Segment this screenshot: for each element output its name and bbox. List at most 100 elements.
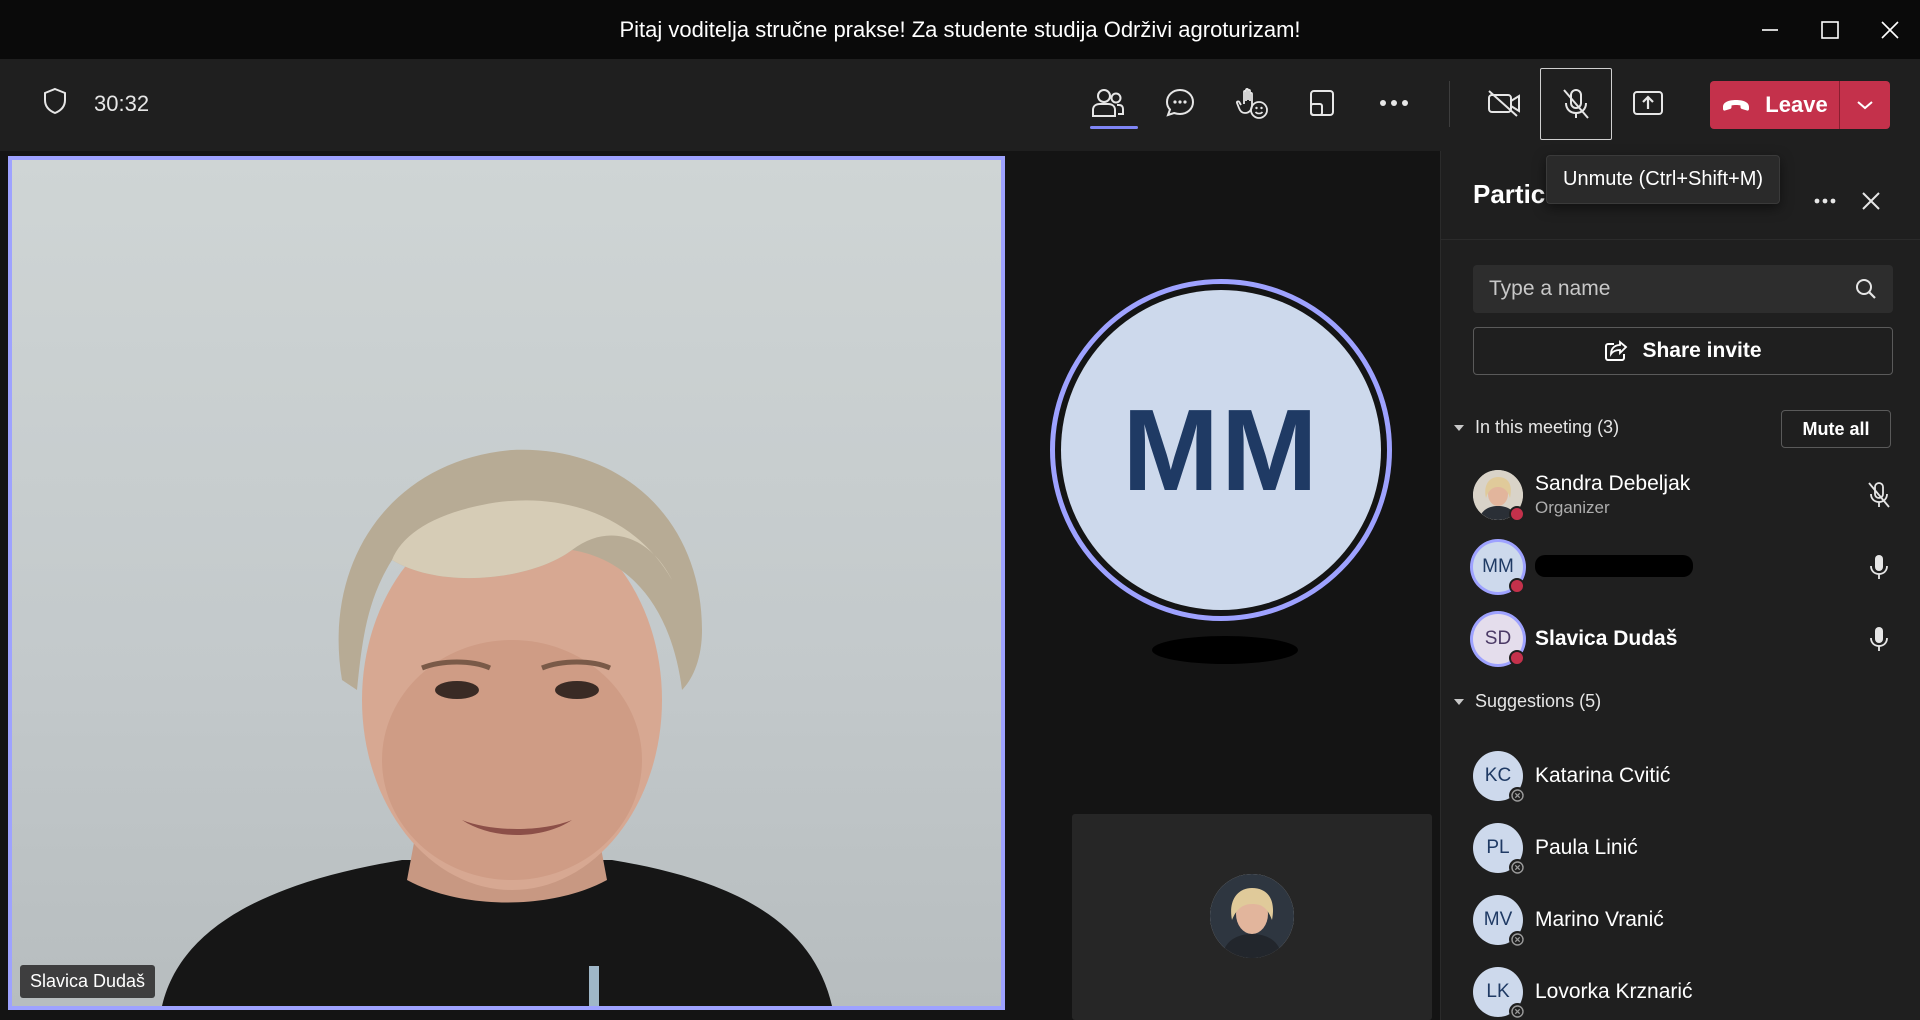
in-meeting-label: In this meeting (3) — [1475, 417, 1620, 437]
participant-info: Slavica Dudaš — [1535, 627, 1677, 651]
mute-all-button[interactable]: Mute all — [1781, 410, 1891, 448]
close-icon — [1881, 20, 1899, 39]
meeting-timer: 30:32 — [94, 90, 150, 116]
meeting-info: 30:32 — [42, 87, 149, 120]
suggestions-section-toggle[interactable]: Suggestions (5) — [1453, 691, 1601, 712]
mic-icon — [1865, 553, 1893, 581]
chat-button[interactable] — [1148, 71, 1212, 135]
leave-button[interactable]: Leave — [1710, 92, 1839, 118]
mic-icon — [1865, 625, 1893, 653]
participant-info: Lovorka Krznarić — [1535, 980, 1693, 1004]
redacted-name — [1152, 636, 1298, 664]
participant-name: Katarina Cvitić — [1535, 764, 1671, 787]
share-icon — [1605, 340, 1628, 361]
avatar: MM — [1473, 542, 1525, 594]
chat-icon — [1165, 88, 1195, 117]
participant-role: Organizer — [1535, 498, 1610, 517]
view-button[interactable] — [1290, 71, 1354, 135]
participant-avatar-large[interactable]: MM — [1050, 279, 1392, 621]
meeting-stage: Slavica Dudaš MM — [0, 151, 1440, 1020]
avatar-initials: MM — [1061, 290, 1381, 610]
participant-name: Sandra Debeljak — [1535, 472, 1691, 495]
meeting-toolbar: 30:32 Leave — [0, 59, 1920, 151]
window-title: Pitaj voditelja stručne prakse! Za stude… — [619, 16, 1301, 42]
shield-icon[interactable] — [42, 87, 68, 120]
avatar: LK — [1473, 967, 1526, 1020]
avatar-initials: KC — [1484, 765, 1512, 786]
panel-close-button[interactable] — [1851, 181, 1891, 221]
participant-row[interactable]: Sandra Debeljak Organizer — [1473, 467, 1893, 523]
participant-row[interactable]: SD Slavica Dudaš — [1473, 611, 1893, 667]
more-actions-button[interactable] — [1362, 71, 1426, 135]
suggestions-label: Suggestions (5) — [1475, 691, 1602, 711]
chevron-down-icon — [1857, 101, 1873, 110]
window-controls — [1740, 0, 1920, 59]
search-input[interactable] — [1489, 277, 1855, 301]
offline-status-icon — [1509, 931, 1526, 948]
camera-off-icon — [1488, 90, 1520, 117]
minimize-icon — [1762, 28, 1778, 31]
avatar: MV — [1473, 895, 1526, 948]
title-bar: Pitaj voditelja stručne prakse! Za stude… — [0, 0, 1920, 59]
participant-search — [1473, 265, 1893, 313]
in-meeting-section-toggle[interactable]: In this meeting (3) — [1453, 417, 1619, 438]
caret-down-icon — [1454, 424, 1464, 431]
self-view-tile[interactable] — [1072, 814, 1432, 1020]
people-icon — [1092, 89, 1124, 117]
recording-status-dot — [1509, 650, 1525, 666]
main-video-tile[interactable]: Slavica Dudaš — [8, 156, 1005, 1010]
people-button[interactable] — [1076, 71, 1140, 135]
mic-off-icon — [1865, 481, 1893, 509]
camera-button[interactable] — [1472, 71, 1536, 135]
profile-photo — [1210, 874, 1294, 958]
avatar-initials: MV — [1483, 909, 1513, 930]
avatar: PL — [1473, 823, 1526, 876]
search-icon[interactable] — [1855, 278, 1877, 300]
raise-hand-icon — [1236, 87, 1268, 119]
react-raise-hand-button[interactable] — [1220, 71, 1284, 135]
panel-title: Partici — [1473, 179, 1553, 209]
suggestion-row[interactable]: MV Marino Vranić — [1473, 892, 1893, 948]
close-window-button[interactable] — [1860, 0, 1920, 59]
participant-info: Paula Linić — [1535, 836, 1638, 860]
offline-status-icon — [1509, 787, 1526, 804]
participant-info: Sandra Debeljak Organizer — [1535, 472, 1690, 518]
mic-button[interactable] — [1540, 68, 1612, 140]
more-icon — [1814, 198, 1836, 204]
avatar — [1210, 874, 1294, 958]
unmute-tooltip: Unmute (Ctrl+Shift+M) — [1546, 155, 1781, 204]
participant-name: Paula Linić — [1535, 836, 1638, 859]
leave-options-button[interactable] — [1840, 100, 1890, 110]
suggestion-row[interactable]: LK Lovorka Krznarić — [1473, 964, 1893, 1020]
hang-up-icon — [1723, 100, 1750, 111]
avatar-initials: LK — [1486, 981, 1510, 1002]
panel-more-options-button[interactable] — [1805, 181, 1845, 221]
participant-name: Lovorka Krznarić — [1535, 980, 1693, 1003]
more-icon — [1380, 100, 1408, 106]
share-content-button[interactable] — [1616, 71, 1680, 135]
participant-row[interactable]: MM — [1473, 539, 1893, 595]
close-icon — [1862, 192, 1880, 210]
share-invite-button[interactable]: Share invite — [1473, 327, 1893, 375]
share-invite-label: Share invite — [1642, 339, 1762, 362]
leave-button-group: Leave — [1710, 81, 1890, 129]
toolbar-divider — [1449, 81, 1450, 127]
view-icon — [1310, 90, 1334, 116]
avatar: SD — [1473, 614, 1525, 666]
minimize-button[interactable] — [1740, 0, 1800, 59]
participant-info: Katarina Cvitić — [1535, 764, 1670, 788]
participant-name: Marino Vranić — [1535, 908, 1664, 931]
suggestion-row[interactable]: PL Paula Linić — [1473, 820, 1893, 876]
maximize-button[interactable] — [1800, 0, 1860, 59]
video-name-label: Slavica Dudaš — [20, 965, 156, 998]
offline-status-icon — [1509, 859, 1526, 876]
participant-video — [162, 449, 832, 1006]
avatar-initials: SD — [1484, 628, 1512, 649]
offline-status-icon — [1509, 1003, 1526, 1020]
panel-divider — [1441, 239, 1920, 240]
participant-info: Marino Vranić — [1535, 908, 1664, 932]
recording-status-dot — [1509, 578, 1525, 594]
caret-down-icon — [1454, 698, 1464, 705]
maximize-icon — [1821, 20, 1839, 39]
suggestion-row[interactable]: KC Katarina Cvitić — [1473, 748, 1893, 804]
